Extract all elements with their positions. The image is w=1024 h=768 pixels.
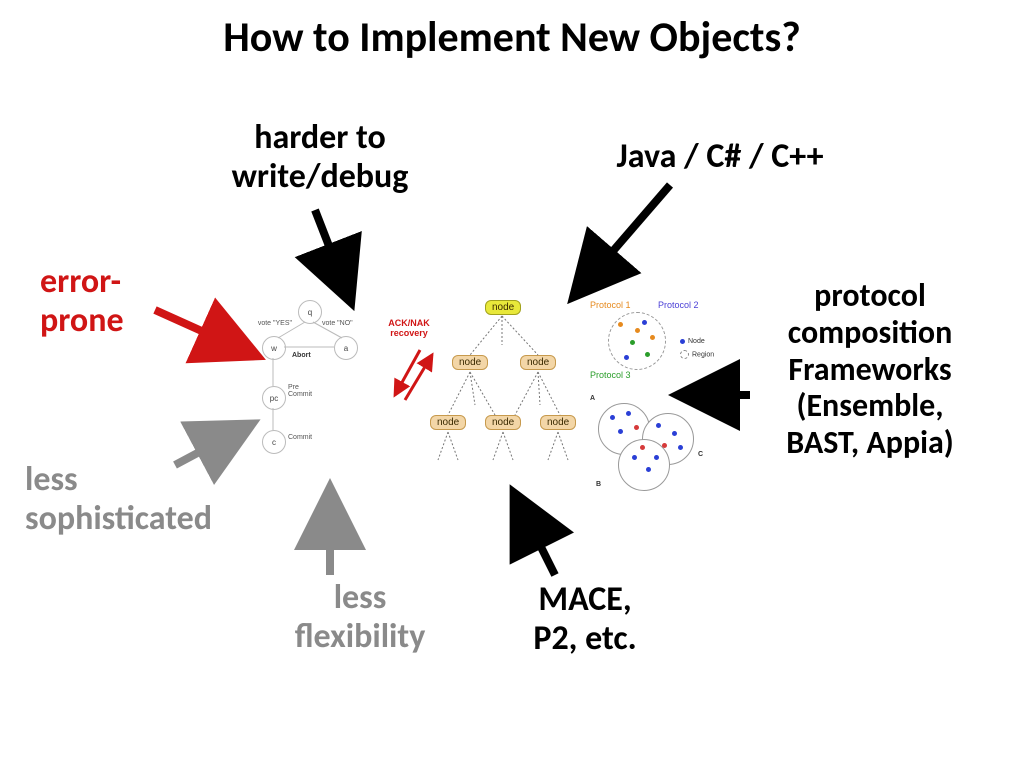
prot1-label: Protocol 1 — [590, 300, 631, 310]
label-harder: harder to write/debug — [190, 118, 450, 196]
venn-b: B — [596, 481, 601, 488]
label-less-flex: less flexibility — [260, 578, 460, 656]
venn-c: C — [698, 451, 703, 458]
arrow-less-soph — [175, 425, 250, 465]
prot2-label: Protocol 2 — [658, 300, 699, 310]
prot-circle — [608, 312, 666, 370]
vote-yes: vote "YES" — [242, 320, 292, 327]
label-java: Java / C# / C++ — [570, 137, 870, 176]
arrow-harder — [315, 210, 350, 300]
precommit-label: Pre Commit — [288, 384, 338, 398]
commit-label: Commit — [288, 434, 338, 441]
center-collage: q w a pc c vote "YES" vote "NO" Abort Pr… — [250, 300, 720, 500]
label-less-soph: less sophisticated — [25, 460, 285, 538]
mini-protocol-circle: Protocol 1 Protocol 2 Protocol 3 Node Re… — [590, 300, 720, 385]
slide-stage: How to Implement New Objects? harder to … — [0, 0, 1024, 768]
label-mace: MACE, P2, etc. — [495, 580, 675, 658]
vote-no: vote "NO" — [322, 320, 377, 327]
slide-title: How to Implement New Objects? — [0, 12, 1024, 63]
arrow-mace — [515, 495, 555, 575]
mini-venn: A B C — [590, 395, 720, 495]
arrow-java — [575, 185, 670, 295]
venn-a: A — [590, 395, 595, 402]
legend-region: Region — [680, 350, 714, 359]
mini-node-tree: node node node node node node — [420, 300, 590, 480]
abort-label: Abort — [292, 352, 342, 359]
legend-node: Node — [680, 338, 705, 345]
label-protocol: protocol composition Frameworks (Ensembl… — [740, 278, 1000, 462]
label-error: error- prone — [40, 262, 180, 340]
prot3-label: Protocol 3 — [590, 370, 631, 380]
tree-edges — [420, 300, 590, 480]
mini-state-machine: q w a pc c vote "YES" vote "NO" Abort Pr… — [250, 300, 370, 480]
